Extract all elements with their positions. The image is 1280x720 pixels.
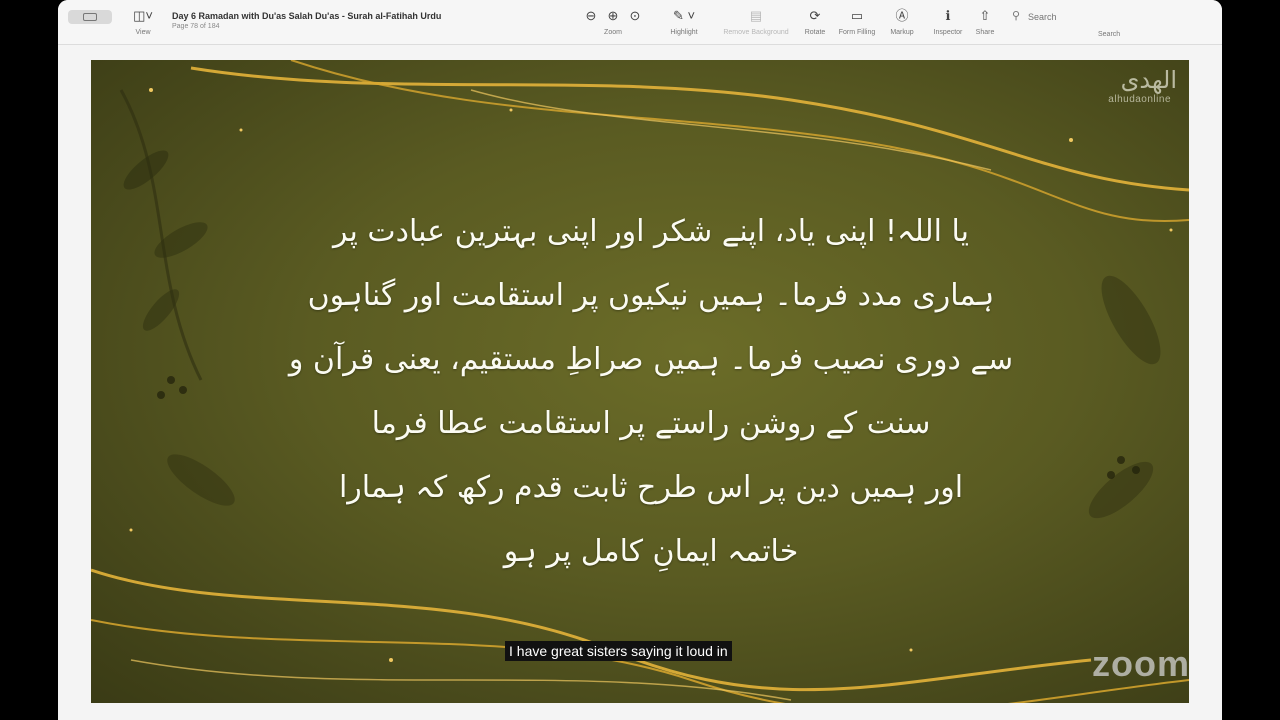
highlight-label: Highlight [670,29,698,36]
remove-background-label: Remove Background [723,29,789,36]
form-filling-button[interactable]: ▭ Form Filling [834,0,880,44]
sidebar-icon: ◫˅ [133,8,153,23]
rotate-button[interactable]: ⟳ Rotate [798,0,832,44]
form-filling-label: Form Filling [838,29,876,36]
markup-label: Markup [890,29,914,36]
dua-line: سنت کے روشن راستے پر استقامت عطا فرما [371,406,931,441]
page-indicator: Page 78 of 184 [172,23,220,30]
logo-arabic-text: الهدى [1120,66,1177,94]
markup-button[interactable]: Ⓐ Markup [886,0,918,44]
search-input[interactable] [1026,9,1140,25]
dua-text: یا اللہ! اپنی یاد، اپنے شکر اور اپنی بہت… [261,200,1041,584]
form-filling-icon: ▭ [850,8,864,23]
zoom-watermark: zoom [1092,643,1190,684]
view-label: View [135,29,151,36]
zoom-fit-button[interactable]: ⊙ [624,0,646,44]
markup-icon: Ⓐ [895,8,909,23]
search-box[interactable]: ⚲ [1008,8,1148,26]
share-button[interactable]: ⇧ Share [972,0,998,44]
rotate-icon: ⟳ [809,8,821,23]
rotate-label: Rotate [804,29,826,36]
search-label: Search [1098,31,1121,38]
info-icon: ℹ [945,8,951,23]
share-icon: ⇧ [979,8,991,23]
view-button[interactable]: ◫˅ View [128,0,158,44]
inspector-button[interactable]: ℹ Inspector [928,0,968,44]
dua-line: ہماری مدد فرما۔ ہمیں نیکیوں پر استقامت ا… [307,278,995,313]
zoom-out-button[interactable]: ⊖ [580,0,602,44]
highlight-button[interactable]: ✎ ˅ Highlight [662,0,706,44]
dua-line: اور ہمیں دین پر اس طرح ثابت قدم رکھ کہ ہ… [338,470,964,505]
toolbar: ◫˅ View Day 6 Ramadan with Du'as Salah D… [58,0,1222,45]
remove-background-button[interactable]: ▤ Remove Background [718,0,794,44]
live-caption: I have great sisters saying it loud in [505,641,732,661]
search-icon: ⚲ [1012,10,1021,22]
window-controls[interactable] [68,10,112,24]
document-title: Day 6 Ramadan with Du'as Salah Du'as - S… [172,11,442,21]
dua-line: خاتمہ ایمانِ کامل پر ہو [503,534,799,569]
dua-line: یا اللہ! اپنی یاد، اپنے شکر اور اپنی بہت… [332,214,970,249]
zoom-label: Zoom [604,29,622,36]
dua-slide: الهدى alhudaonline یا اللہ! اپنی یاد، اپ… [91,60,1189,703]
remove-background-icon: ▤ [749,8,763,23]
zoom-out-icon: ⊖ [585,8,597,23]
alhuda-logo: الهدى alhudaonline [1067,66,1177,136]
highlighter-icon: ✎ ˅ [672,8,696,23]
preview-window: ◫˅ View Day 6 Ramadan with Du'as Salah D… [58,0,1222,720]
inspector-label: Inspector [933,29,963,36]
document-page-area[interactable]: الهدى alhudaonline یا اللہ! اپنی یاد، اپ… [58,45,1222,720]
zoom-fit-icon: ⊙ [629,8,641,23]
zoom-in-icon: ⊕ [607,8,619,23]
zoom-in-button[interactable]: ⊕ Zoom [602,0,624,44]
share-label: Share [975,29,995,36]
logo-subtitle: alhudaonline [1108,94,1171,105]
dua-line: سے دوری نصیب فرما۔ ہمیں صراطِ مستقیم، یع… [288,342,1014,377]
